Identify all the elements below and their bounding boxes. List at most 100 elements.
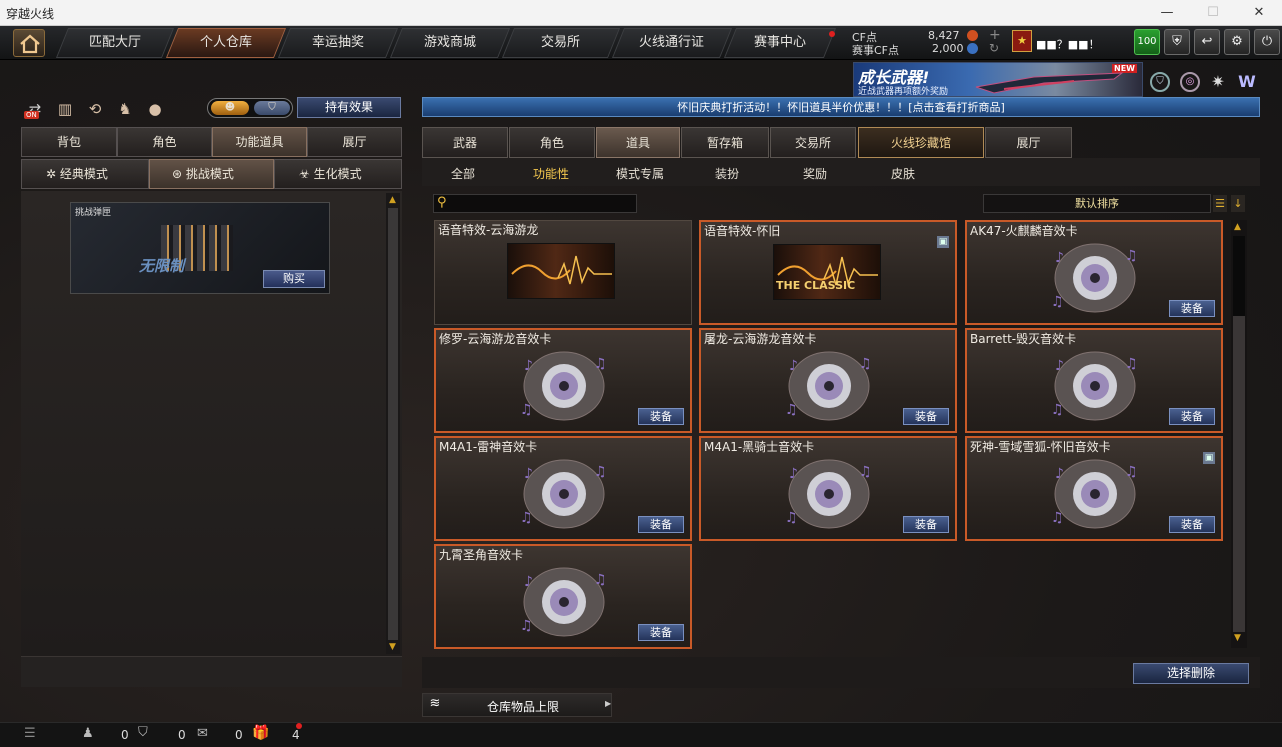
list-view-icon[interactable]: ☰ [1213,195,1227,212]
nav-tab-match-lobby[interactable]: 匹配大厅 [55,28,175,58]
nav-tab-lottery[interactable]: 幸运抽奖 [277,28,399,58]
nav-tab-battlepass[interactable]: 火线通行证 [611,28,733,58]
shield-icon[interactable]: ⛨ [1164,29,1190,55]
notice-banner[interactable]: 怀旧庆典打折活动！！怀旧道具半价优惠！！！[点击查看打折商品] [422,97,1260,117]
gift-icon[interactable]: 🎁 [252,725,269,741]
grid-scroll-thumb[interactable] [1233,236,1245,632]
sort-direction-icon[interactable]: ↓ [1231,195,1245,212]
item-card[interactable]: 语音特效-云海游龙 [434,220,692,325]
scroll-down-icon[interactable]: ▼ [389,642,396,652]
mode-classic[interactable]: ✲ 经典模式 [21,159,149,189]
left-tab-backpack[interactable]: 背包 [21,127,117,157]
history-icon[interactable]: ⟲ [84,98,106,120]
effects-button[interactable]: 持有效果 [297,97,401,118]
equip-button[interactable]: 装备 [1169,300,1215,317]
subtab-all[interactable]: 全部 [451,165,475,182]
grid-scroll-down-icon[interactable]: ▼ [1234,633,1241,643]
equip-button[interactable]: 装备 [903,408,949,425]
character-icon[interactable]: ♞ [114,98,136,120]
nav-tab-warehouse[interactable]: 个人仓库 [165,28,287,58]
subtab-skins[interactable]: 皮肤 [891,165,915,182]
scroll-up-icon[interactable]: ▲ [389,195,396,205]
minimize-button[interactable]: — [1144,0,1190,26]
item-name: AK47-火麒麟音效卡 [970,224,1078,238]
item-card[interactable]: 修罗-云海游龙音效卡 ♪ ♫ ♫ 装备 [434,328,692,433]
left-tab-character[interactable]: 角色 [117,127,212,157]
equip-button[interactable]: 装备 [638,516,684,533]
spark-icon[interactable]: ✷ [1208,72,1228,92]
mode-zombie[interactable]: ☣ 生化模式 [274,159,402,189]
back-icon[interactable]: ↩ [1194,29,1220,55]
grenade-icon[interactable]: ● [144,98,166,120]
item-card[interactable]: 语音特效-怀旧 THE CLASSIC ▣ [699,220,957,325]
grid-scrollbar[interactable]: ▲ ▼ [1231,220,1247,648]
menu-icon[interactable]: ☰ [24,726,36,741]
nav-tab-exchange[interactable]: 交易所 [501,28,621,58]
right-tab-showroom[interactable]: 展厅 [985,127,1072,158]
challenge-item-card[interactable]: 挑战弹匣 无限制 购买 [70,202,330,294]
item-card[interactable]: AK47-火麒麟音效卡 ♪ ♫ ♫ 装备 [965,220,1223,325]
view-switch[interactable]: ☻ ⛉ [207,98,293,118]
nav-tab-events[interactable]: 赛事中心 [723,28,837,58]
v-logo-icon[interactable]: W [1236,72,1258,92]
left-scroll-thumb[interactable] [388,208,398,640]
right-tab-collection[interactable]: 火线珍藏馆 [858,127,984,158]
maximize-button[interactable]: ☐ [1190,0,1236,26]
svg-text:♫: ♫ [859,464,872,480]
music-disc-icon: ♪ ♫ ♫ [1051,243,1138,313]
lock-icon: ▣ [937,236,949,248]
grid-scroll-up-icon[interactable]: ▲ [1234,222,1241,232]
equip-button[interactable]: 装备 [638,624,684,641]
right-tab-props[interactable]: 道具 [596,127,680,158]
honor-icon[interactable]: ⛉ [1150,72,1170,92]
right-tab-storage[interactable]: 暂存箱 [681,127,769,158]
home-button[interactable] [13,29,45,57]
biohazard-icon: ☣ [299,167,314,181]
item-card[interactable]: Barrett-毁灭音效卡 ♪ ♫ ♫ 装备 [965,328,1223,433]
level-badge[interactable]: 100 [1134,29,1160,55]
left-scrollbar[interactable]: ▲ ▼ [386,193,400,654]
left-tab-showroom[interactable]: 展厅 [307,127,402,157]
close-button[interactable]: ✕ [1236,0,1282,26]
svg-text:♫: ♫ [859,356,872,372]
sort-dropdown[interactable]: 默认排序 [983,194,1211,213]
right-tab-exchange[interactable]: 交易所 [770,127,856,158]
subtab-functional[interactable]: 功能性 [533,165,569,182]
item-card[interactable]: M4A1-黑骑士音效卡 ♪ ♫ ♫ 装备 [699,436,957,541]
equip-button[interactable]: 装备 [1169,516,1215,533]
left-tab-items[interactable]: 功能道具 [212,127,307,157]
nav-tab-shop[interactable]: 游戏商城 [389,28,511,58]
select-delete-button[interactable]: 选择删除 [1133,663,1249,684]
right-tab-character[interactable]: 角色 [509,127,595,158]
item-card[interactable]: 死神-雪域雪狐-怀旧音效卡 ♪ ♫ ♫ 装备 ▣ [965,436,1223,541]
subtab-dressup[interactable]: 装扮 [715,165,739,182]
equip-button[interactable]: 装备 [1169,408,1215,425]
item-card[interactable]: 九霄圣角音效卡 ♪ ♫ ♫ 装备 [434,544,692,649]
search-input[interactable]: ⚲ [433,194,637,213]
svg-text:♪: ♪ [524,466,533,482]
friends-icon[interactable]: ♟ [82,726,94,741]
sound-card-disc-icon: ♪ ♫ ♫ [516,348,612,424]
capacity-bar[interactable]: ≋ 仓库物品上限 ▶ [422,693,612,717]
promo-banner[interactable]: 成长武器! 近战武器再项额外奖励 NEW [853,62,1143,97]
clan-shield-icon[interactable]: ⛉ [138,725,148,740]
subtab-mode-exclusive[interactable]: 模式专属 [616,165,664,182]
item-name: M4A1-黑骑士音效卡 [704,440,815,454]
refresh-icon[interactable]: ↻ [989,41,999,55]
stats-icon[interactable]: ▥ [54,98,76,120]
power-icon[interactable]: ⏻ [1254,29,1280,55]
item-card[interactable]: 屠龙-云海游龙音效卡 ♪ ♫ ♫ 装备 [699,328,957,433]
gear-icon[interactable]: ⚙ [1224,29,1250,55]
sound-card-disc-icon: ♪ ♫ ♫ [516,564,612,640]
subtab-rewards[interactable]: 奖励 [803,165,827,182]
rank-badge-icon[interactable]: ★ [1012,30,1032,52]
buy-button[interactable]: 购买 [263,270,325,288]
item-card[interactable]: M4A1-雷神音效卡 ♪ ♫ ♫ 装备 [434,436,692,541]
right-tab-weapons[interactable]: 武器 [422,127,508,158]
svg-text:♪: ♪ [1055,250,1064,266]
mode-challenge[interactable]: ⊛ 挑战模式 [149,159,274,189]
medal-icon[interactable]: ◎ [1180,72,1200,92]
message-icon[interactable]: ✉ [197,726,208,741]
equip-button[interactable]: 装备 [903,516,949,533]
equip-button[interactable]: 装备 [638,408,684,425]
